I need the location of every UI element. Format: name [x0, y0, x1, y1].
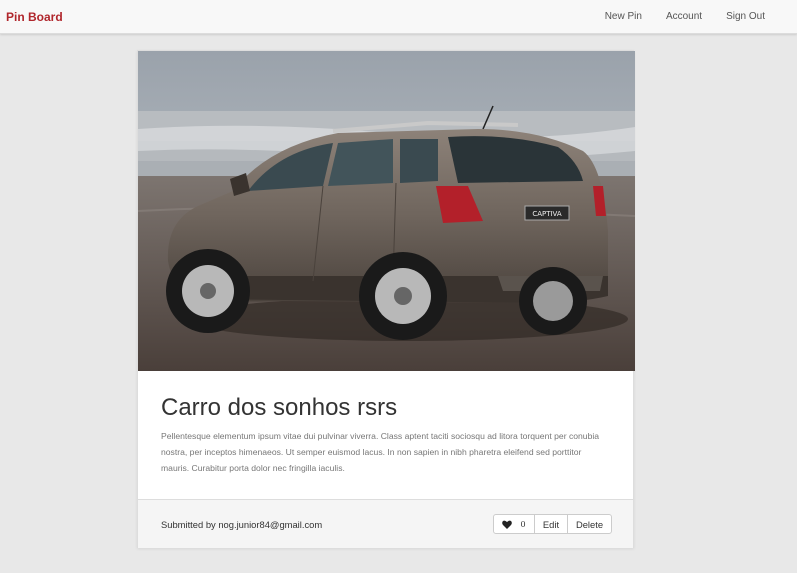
- pin-card: CAPTIVA Carro dos sonhos rsrs Pellentesq…: [137, 50, 635, 548]
- like-button[interactable]: 0: [493, 514, 535, 534]
- brand-link[interactable]: Pin Board: [6, 10, 63, 24]
- nav-account-link[interactable]: Account: [654, 0, 714, 34]
- pin-title: Carro dos sonhos rsrs: [161, 394, 398, 421]
- submitted-by: Submitted by nog.junior84@gmail.com: [161, 519, 323, 530]
- card-footer: Submitted by nog.junior84@gmail.com 0 Ed…: [138, 499, 633, 548]
- delete-button[interactable]: Delete: [567, 514, 612, 534]
- like-count: 0: [520, 519, 526, 529]
- pin-description: Pellentesque elementum ipsum vitae dui p…: [161, 431, 600, 473]
- edit-button[interactable]: Edit: [534, 514, 568, 534]
- pin-actions: 0 Edit Delete: [493, 514, 612, 534]
- nav-sign-out-link[interactable]: Sign Out: [714, 0, 797, 34]
- nav-links: New Pin Account Sign Out: [593, 0, 797, 34]
- nav-new-pin-link[interactable]: New Pin: [593, 0, 654, 34]
- heart-icon: [502, 520, 513, 529]
- navbar: Pin Board New Pin Account Sign Out: [0, 0, 797, 34]
- car-plate-label: CAPTIVA: [532, 210, 562, 218]
- pin-image: CAPTIVA: [138, 51, 635, 371]
